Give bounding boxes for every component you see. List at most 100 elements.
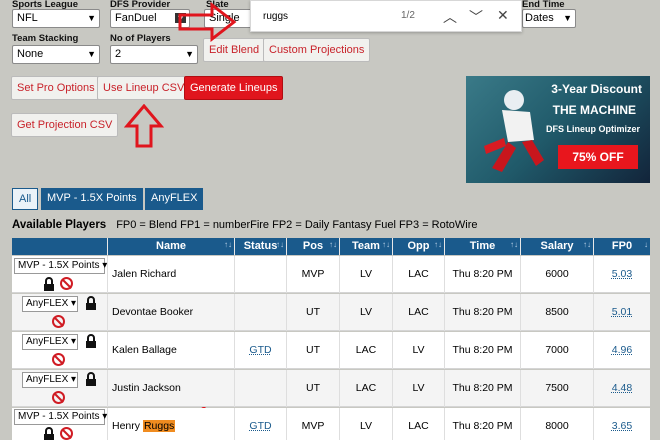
chevron-down-icon: ▼ bbox=[87, 49, 96, 59]
end-time-select[interactable]: Dates ▼ bbox=[522, 9, 576, 28]
tab-all[interactable]: All bbox=[12, 188, 38, 210]
player-time: Thu 8:20 PM bbox=[444, 294, 520, 331]
player-name: Devontae Booker bbox=[107, 294, 234, 331]
sort-icon: ↑↓ bbox=[224, 240, 232, 249]
col-salary[interactable]: Salary ↑↓ bbox=[520, 238, 593, 255]
annotation-arrow-up-icon bbox=[124, 104, 164, 148]
lock-icon[interactable] bbox=[85, 372, 97, 386]
slot-select[interactable]: AnyFLEX ▾ bbox=[22, 334, 78, 350]
no-of-players-select[interactable]: 2 ▼ bbox=[110, 45, 198, 64]
exclude-icon[interactable] bbox=[60, 427, 73, 440]
player-fp0[interactable]: 4.96 bbox=[593, 332, 650, 369]
slot-select[interactable]: AnyFLEX ▾ bbox=[22, 372, 78, 388]
fp-legend: FP0 = Blend FP1 = numberFire FP2 = Daily… bbox=[116, 219, 477, 231]
end-time-value: Dates bbox=[525, 12, 554, 24]
player-opp: LAC bbox=[392, 408, 444, 440]
player-pos: UT bbox=[286, 294, 339, 331]
player-time: Thu 8:20 PM bbox=[444, 408, 520, 440]
exclude-icon[interactable] bbox=[52, 315, 65, 328]
player-salary: 6000 bbox=[520, 256, 593, 293]
promo-banner[interactable]: 3-Year Discount THE MACHINE DFS Lineup O… bbox=[466, 76, 650, 183]
col-status[interactable]: Status ↑↓ bbox=[234, 238, 286, 255]
lock-icon[interactable] bbox=[85, 296, 97, 310]
team-stacking-label: Team Stacking bbox=[12, 33, 78, 44]
find-count: 1/2 bbox=[401, 10, 415, 21]
player-status[interactable]: GTD bbox=[234, 408, 286, 440]
promo-line-3: DFS Lineup Optimizer bbox=[546, 124, 640, 134]
generate-lineups-button[interactable]: Generate Lineups bbox=[184, 76, 283, 100]
player-status[interactable] bbox=[234, 294, 286, 331]
player-salary: 7000 bbox=[520, 332, 593, 369]
player-opp: LAC bbox=[392, 256, 444, 293]
lock-icon[interactable] bbox=[43, 427, 55, 440]
player-salary: 8500 bbox=[520, 294, 593, 331]
set-pro-options-button[interactable]: Set Pro Options bbox=[11, 76, 101, 100]
lock-icon[interactable] bbox=[43, 277, 55, 291]
exclude-icon[interactable] bbox=[52, 353, 65, 366]
player-time: Thu 8:20 PM bbox=[444, 256, 520, 293]
player-fp0[interactable]: 5.03 bbox=[593, 256, 650, 293]
sports-league-value: NFL bbox=[17, 12, 38, 24]
player-fp0[interactable]: 5.01 bbox=[593, 294, 650, 331]
player-name: Justin Jackson bbox=[107, 370, 234, 407]
col-opp[interactable]: Opp ↑↓ bbox=[392, 238, 444, 255]
tab-mvp[interactable]: MVP - 1.5X Points bbox=[41, 188, 143, 210]
sort-icon: ↑↓ bbox=[382, 240, 390, 249]
chevron-down-icon[interactable]: ﹀ bbox=[469, 7, 483, 27]
table-header: Name ↑↓ Status ↑↓ Pos ↑↓ Team ↑↓ Opp ↑↓ Time ↑… bbox=[12, 238, 650, 255]
player-name: Kalen Ballage bbox=[107, 332, 234, 369]
col-slot bbox=[12, 238, 107, 255]
get-projection-csv-button[interactable]: Get Projection CSV bbox=[11, 113, 118, 137]
table-row: AnyFLEX ▾ Justin Jackson UT LAC LV Thu 8… bbox=[12, 370, 650, 407]
chevron-down-icon: ▼ bbox=[87, 13, 96, 23]
player-opp: LAC bbox=[392, 294, 444, 331]
player-status[interactable] bbox=[234, 370, 286, 407]
custom-projections-button[interactable]: Custom Projections bbox=[263, 38, 370, 62]
player-fp0[interactable]: 4.48 bbox=[593, 370, 650, 407]
col-time[interactable]: Time ↑↓ bbox=[444, 238, 520, 255]
player-time: Thu 8:20 PM bbox=[444, 332, 520, 369]
slot-select[interactable]: MVP - 1.5X Points ▾ bbox=[14, 409, 105, 425]
player-team: LAC bbox=[339, 370, 392, 407]
player-opp: LV bbox=[392, 332, 444, 369]
sort-icon: ↑↓ bbox=[276, 240, 284, 249]
player-team: LV bbox=[339, 408, 392, 440]
team-stacking-select[interactable]: None ▼ bbox=[12, 45, 100, 64]
slot-select[interactable]: AnyFLEX ▾ bbox=[22, 296, 78, 312]
col-name[interactable]: Name ↑↓ bbox=[107, 238, 234, 255]
player-salary: 7500 bbox=[520, 370, 593, 407]
exclude-icon[interactable] bbox=[60, 277, 73, 290]
exclude-icon[interactable] bbox=[52, 391, 65, 404]
promo-line-1: 3-Year Discount bbox=[551, 82, 642, 96]
table-row: AnyFLEX ▾ Devontae Booker UT LV LAC Thu … bbox=[12, 294, 650, 331]
player-team: LAC bbox=[339, 332, 392, 369]
find-input[interactable]: ruggs bbox=[263, 11, 288, 22]
col-team[interactable]: Team ↑↓ bbox=[339, 238, 392, 255]
available-players-title: Available Players bbox=[12, 219, 106, 231]
find-bar: ruggs 1/2 ︿ ﹀ ✕ bbox=[250, 0, 522, 32]
table-row: MVP - 1.5X Points ▾ Jalen Richard MVP LV… bbox=[12, 256, 650, 293]
tab-anyflex[interactable]: AnyFLEX bbox=[145, 188, 203, 210]
lock-icon[interactable] bbox=[85, 334, 97, 348]
use-lineup-csv-button[interactable]: Use Lineup CSV bbox=[97, 76, 190, 100]
close-icon[interactable]: ✕ bbox=[497, 7, 509, 24]
player-name: Jalen Richard bbox=[107, 256, 234, 293]
player-opp: LV bbox=[392, 370, 444, 407]
table-row: MVP - 1.5X Points ▾ Henry Ruggs GTD MVP … bbox=[12, 408, 650, 440]
sort-icon: ↑↓ bbox=[583, 240, 591, 249]
player-time: Thu 8:20 PM bbox=[444, 370, 520, 407]
player-fp0[interactable]: 3.65 bbox=[593, 408, 650, 440]
player-status[interactable] bbox=[234, 256, 286, 293]
sort-icon: ↑↓ bbox=[510, 240, 518, 249]
player-status[interactable]: GTD bbox=[234, 332, 286, 369]
chevron-up-icon[interactable]: ︿ bbox=[443, 7, 457, 27]
col-pos[interactable]: Pos ↑↓ bbox=[286, 238, 339, 255]
annotation-arrow-right-icon bbox=[178, 2, 238, 42]
player-team: LV bbox=[339, 294, 392, 331]
chevron-down-icon: ▼ bbox=[563, 13, 572, 23]
slot-select[interactable]: MVP - 1.5X Points ▾ bbox=[14, 258, 105, 274]
col-fp0[interactable]: FP0 ↓ bbox=[593, 238, 650, 255]
chevron-down-icon: ▼ bbox=[185, 49, 194, 59]
sports-league-select[interactable]: NFL ▼ bbox=[12, 9, 100, 28]
no-of-players-value: 2 bbox=[115, 48, 121, 60]
